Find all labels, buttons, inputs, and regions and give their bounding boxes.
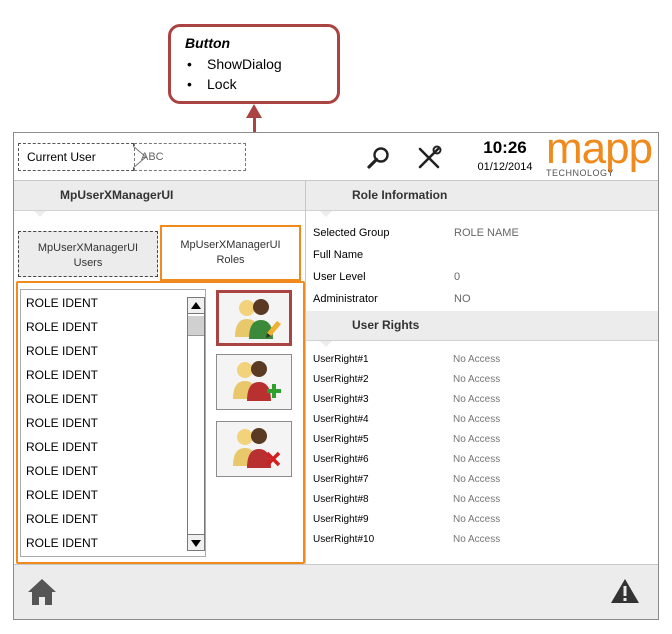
user-rights-title: User Rights — [352, 318, 420, 332]
info-label: Selected Group — [313, 227, 390, 239]
edit-role-button[interactable] — [216, 290, 292, 346]
role-list-item[interactable]: ROLE IDENT — [26, 344, 98, 358]
role-list[interactable]: ROLE IDENT ROLE IDENT ROLE IDENT ROLE ID… — [20, 289, 206, 557]
info-value: 0 — [454, 271, 461, 283]
edit-role-icon — [235, 299, 281, 339]
logo-subtext: TECHNOLOGY — [546, 168, 615, 178]
right-label: UserRight#6 — [313, 454, 369, 465]
right-label: UserRight#1 — [313, 354, 369, 365]
info-label: Administrator — [313, 293, 378, 305]
add-role-button[interactable] — [216, 354, 292, 410]
right-value: No Access — [453, 374, 501, 385]
callout-list: ShowDialog Lock — [185, 54, 325, 94]
right-value: No Access — [453, 414, 501, 425]
right-value: No Access — [453, 534, 501, 545]
right-value: No Access — [453, 494, 501, 505]
role-list-item[interactable]: ROLE IDENT — [26, 512, 98, 526]
tab-roles[interactable]: MpUserXManagerUI Roles — [160, 225, 301, 281]
left-panel-header: MpUserXManagerUI — [14, 181, 305, 211]
right-label: UserRight#9 — [313, 514, 369, 525]
info-label: Full Name — [313, 249, 364, 261]
hmi-screen: Current User ABC 10:26 01/12/2014 mapp T… — [13, 132, 659, 620]
search-icon[interactable] — [366, 145, 392, 171]
warning-icon[interactable] — [610, 577, 640, 605]
scroll-down-button[interactable] — [188, 534, 204, 550]
right-value: No Access — [453, 434, 501, 445]
clock-date: 01/12/2014 — [477, 161, 533, 173]
info-label: User Level — [313, 271, 366, 283]
delete-role-icon — [233, 428, 281, 468]
right-label: UserRight#10 — [313, 534, 375, 545]
tab-users-line2: Users — [73, 257, 103, 269]
info-value: NO — [454, 293, 471, 305]
info-value: ROLE NAME — [454, 227, 519, 239]
current-user-label: Current User — [18, 143, 134, 171]
role-list-item[interactable]: ROLE IDENT — [26, 320, 98, 334]
arrow-up-icon — [191, 302, 201, 309]
role-list-item[interactable]: ROLE IDENT — [26, 368, 98, 382]
role-info-title: Role Information — [352, 188, 448, 202]
right-value: No Access — [453, 474, 501, 485]
role-list-item[interactable]: ROLE IDENT — [26, 536, 98, 550]
right-label: UserRight#3 — [313, 394, 369, 405]
wrench-icon[interactable] — [416, 145, 442, 171]
header-bar: Current User ABC 10:26 01/12/2014 mapp T… — [14, 133, 658, 181]
role-list-item[interactable]: ROLE IDENT — [26, 488, 98, 502]
tab-users[interactable]: MpUserXManagerUI Users — [18, 231, 158, 277]
callout-title: Button — [185, 35, 231, 51]
scroll-thumb[interactable] — [188, 316, 204, 336]
right-label: UserRight#2 — [313, 374, 369, 385]
home-icon[interactable] — [26, 577, 58, 607]
role-list-item[interactable]: ROLE IDENT — [26, 416, 98, 430]
role-info-header: Role Information — [306, 181, 658, 211]
current-user-value: ABC — [134, 143, 246, 171]
right-value: No Access — [453, 354, 501, 365]
right-panel: Role Information Selected Group ROLE NAM… — [305, 181, 658, 564]
add-role-icon — [233, 361, 281, 401]
footer-bar — [14, 564, 658, 619]
role-list-item[interactable]: ROLE IDENT — [26, 296, 98, 310]
right-label: UserRight#7 — [313, 474, 369, 485]
header-notch — [34, 211, 46, 217]
delete-role-button[interactable] — [216, 421, 292, 477]
right-value: No Access — [453, 514, 501, 525]
role-list-item[interactable]: ROLE IDENT — [26, 392, 98, 406]
scroll-up-button[interactable] — [188, 298, 204, 314]
button-callout: Button ShowDialog Lock — [168, 24, 340, 104]
role-list-item[interactable]: ROLE IDENT — [26, 440, 98, 454]
header-notch — [320, 211, 332, 217]
arrow-down-icon — [191, 540, 201, 547]
callout-item: ShowDialog — [185, 54, 325, 74]
header-notch — [320, 341, 332, 347]
left-panel-title: MpUserXManagerUI — [60, 188, 174, 202]
callout-item: Lock — [185, 74, 325, 94]
role-list-item[interactable]: ROLE IDENT — [26, 464, 98, 478]
page: Button ShowDialog Lock Current User ABC — [0, 0, 672, 634]
right-value: No Access — [453, 394, 501, 405]
mapp-logo: mapp TECHNOLOGY — [546, 133, 656, 181]
right-label: UserRight#8 — [313, 494, 369, 505]
tab-roles-line2: Roles — [216, 254, 245, 266]
clock-time: 10:26 — [483, 138, 527, 157]
tab-users-line1: MpUserXManagerUI — [37, 242, 139, 254]
role-list-scrollbar[interactable] — [187, 297, 205, 551]
right-label: UserRight#5 — [313, 434, 369, 445]
right-label: UserRight#4 — [313, 414, 369, 425]
tab-roles-line1: MpUserXManagerUI — [180, 239, 281, 251]
user-rights-header: User Rights — [306, 311, 658, 341]
right-value: No Access — [453, 454, 501, 465]
